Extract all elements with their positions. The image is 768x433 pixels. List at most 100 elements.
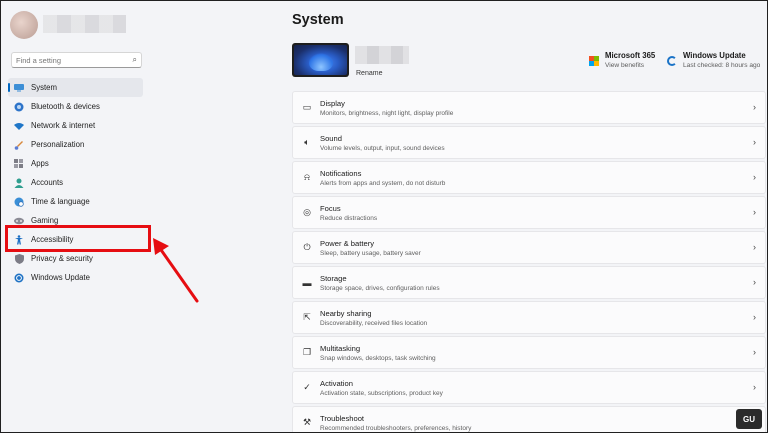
device-name-redacted [355,46,409,64]
card-title: Power & battery [320,238,375,248]
card-title: Focus [320,203,341,213]
card-title: Notifications [320,168,362,178]
card-subtitle: Volume levels, output, input, sound devi… [320,144,445,152]
card-subtitle: Reduce distractions [320,214,378,222]
chevron-right-icon: › [753,102,756,112]
settings-card-list: ▭ Display Monitors, brightness, night lig… [292,91,766,432]
sidebar-item-label: Personalization [31,140,85,149]
card-subtitle: Activation state, subscriptions, product… [320,389,443,397]
sidebar-item-label: Gaming [31,216,59,225]
windows-update-title: Windows Update [683,51,746,60]
display-icon: ▭ [302,102,312,112]
check-circle-icon: ✓ [303,382,311,392]
chevron-right-icon: › [753,382,756,392]
sidebar-item-bluetooth-devices[interactable]: Bluetooth & devices [8,97,143,116]
power-icon: ⏻ [303,242,311,252]
search-input[interactable]: Find a setting ⌕ [11,52,142,68]
sidebar-item-label: Time & language [31,197,90,206]
bell-icon: ⍾ [304,172,310,182]
sidebar-item-label: Windows Update [31,273,90,282]
sync-icon [14,273,24,283]
card-power-battery[interactable]: ⏻ Power & battery Sleep, battery usage, b… [292,231,766,264]
card-nearby-sharing[interactable]: ⇱ Nearby sharing Discoverability, receive… [292,301,766,334]
card-title: Display [320,98,345,108]
card-troubleshoot[interactable]: ⚒ Troubleshoot Recommended troubleshooter… [292,406,766,432]
microsoft-365-tile[interactable]: Microsoft 365 View benefits [589,51,655,69]
card-subtitle: Storage space, drives, configuration rul… [320,284,440,292]
microsoft-365-subtitle: View benefits [605,62,645,69]
sidebar-item-label: Bluetooth & devices [31,102,100,111]
card-subtitle: Monitors, brightness, night light, displ… [320,109,454,117]
card-subtitle: Alerts from apps and system, do not dist… [320,179,446,187]
chevron-right-icon: › [753,137,756,147]
card-title: Activation [320,378,353,388]
sidebar-item-label: Accounts [31,178,64,187]
apps-icon [14,158,24,169]
microsoft-365-title: Microsoft 365 [605,51,656,60]
sidebar-item-time-language[interactable]: Time & language [8,192,143,211]
gamepad-icon [14,216,24,226]
chevron-right-icon: › [753,207,756,217]
card-sound[interactable]: 🔈︎ Sound Volume levels, output, input, so… [292,126,766,159]
shield-icon [14,253,24,264]
avatar[interactable] [10,11,38,39]
watermark-logo: GU [736,409,762,429]
speaker-icon: 🔈︎ [304,137,310,147]
annotation-highlight-box [5,225,151,252]
chevron-right-icon: › [753,172,756,182]
annotation-arrow [153,238,199,303]
windows-update-subtitle: Last checked: 8 hours ago [683,62,761,69]
sidebar-item-system[interactable]: System [8,78,143,97]
sidebar-item-apps[interactable]: Apps [8,154,143,173]
card-notifications[interactable]: ⍾ Notifications Alerts from apps and syst… [292,161,766,194]
sidebar-item-accounts[interactable]: Accounts [8,173,143,192]
sidebar-item-windows-update[interactable]: Windows Update [8,268,143,287]
storage-icon: ▬ [302,277,312,288]
card-focus[interactable]: ◎ Focus Reduce distractions › [292,196,766,229]
focus-icon: ◎ [303,207,311,217]
card-multitasking[interactable]: ❐ Multitasking Snap windows, desktops, ta… [292,336,766,369]
page-title: System [292,12,344,28]
share-icon: ⇱ [303,312,311,322]
card-activation[interactable]: ✓ Activation Activation state, subscripti… [292,371,766,404]
sidebar-item-network-internet[interactable]: Network & internet [8,116,143,135]
card-display[interactable]: ▭ Display Monitors, brightness, night lig… [292,91,766,124]
windows-update-tile[interactable]: Windows Update Last checked: 8 hours ago [667,51,760,69]
card-subtitle: Snap windows, desktops, task switching [320,354,436,362]
search-placeholder: Find a setting [16,55,62,65]
card-title: Troubleshoot [320,413,365,423]
card-title: Nearby sharing [320,308,372,318]
chevron-right-icon: › [753,312,756,322]
chevron-right-icon: › [753,242,756,252]
card-title: Storage [320,273,347,283]
sidebar-item-label: Network & internet [31,121,96,130]
card-subtitle: Sleep, battery usage, battery saver [320,249,421,257]
sidebar-item-personalization[interactable]: Personalization [8,135,143,154]
device-thumbnail [292,43,349,77]
person-icon [14,178,24,188]
wifi-icon [14,121,24,131]
microsoft-logo-icon [589,56,599,66]
card-storage[interactable]: ▬ Storage Storage space, drives, configur… [292,266,766,299]
sidebar-item-label: Apps [31,159,49,168]
sync-icon [667,56,677,66]
card-title: Sound [320,133,342,143]
sidebar-item-label: System [31,83,57,92]
bluetooth-icon [14,102,24,112]
settings-window: Find a setting ⌕ System Bluetooth & devi… [0,0,768,433]
monitor-icon [14,83,24,93]
search-icon[interactable]: ⌕ [133,55,137,65]
sidebar-nav: System Bluetooth & devices Network & int… [8,78,143,287]
multitask-icon: ❐ [302,347,312,357]
wrench-icon: ⚒ [302,417,312,427]
brush-icon [14,140,24,150]
chevron-right-icon: › [753,277,756,287]
main-content: System Rename Microsoft 365 View benefit… [292,1,766,432]
rename-link[interactable]: Rename [356,70,382,77]
sidebar-item-label: Privacy & security [31,254,93,263]
card-subtitle: Discoverability, received files location [320,319,428,327]
card-title: Multitasking [320,343,361,353]
globe-clock-icon [14,197,24,207]
chevron-right-icon: › [753,347,756,357]
user-name-redacted [43,15,126,33]
